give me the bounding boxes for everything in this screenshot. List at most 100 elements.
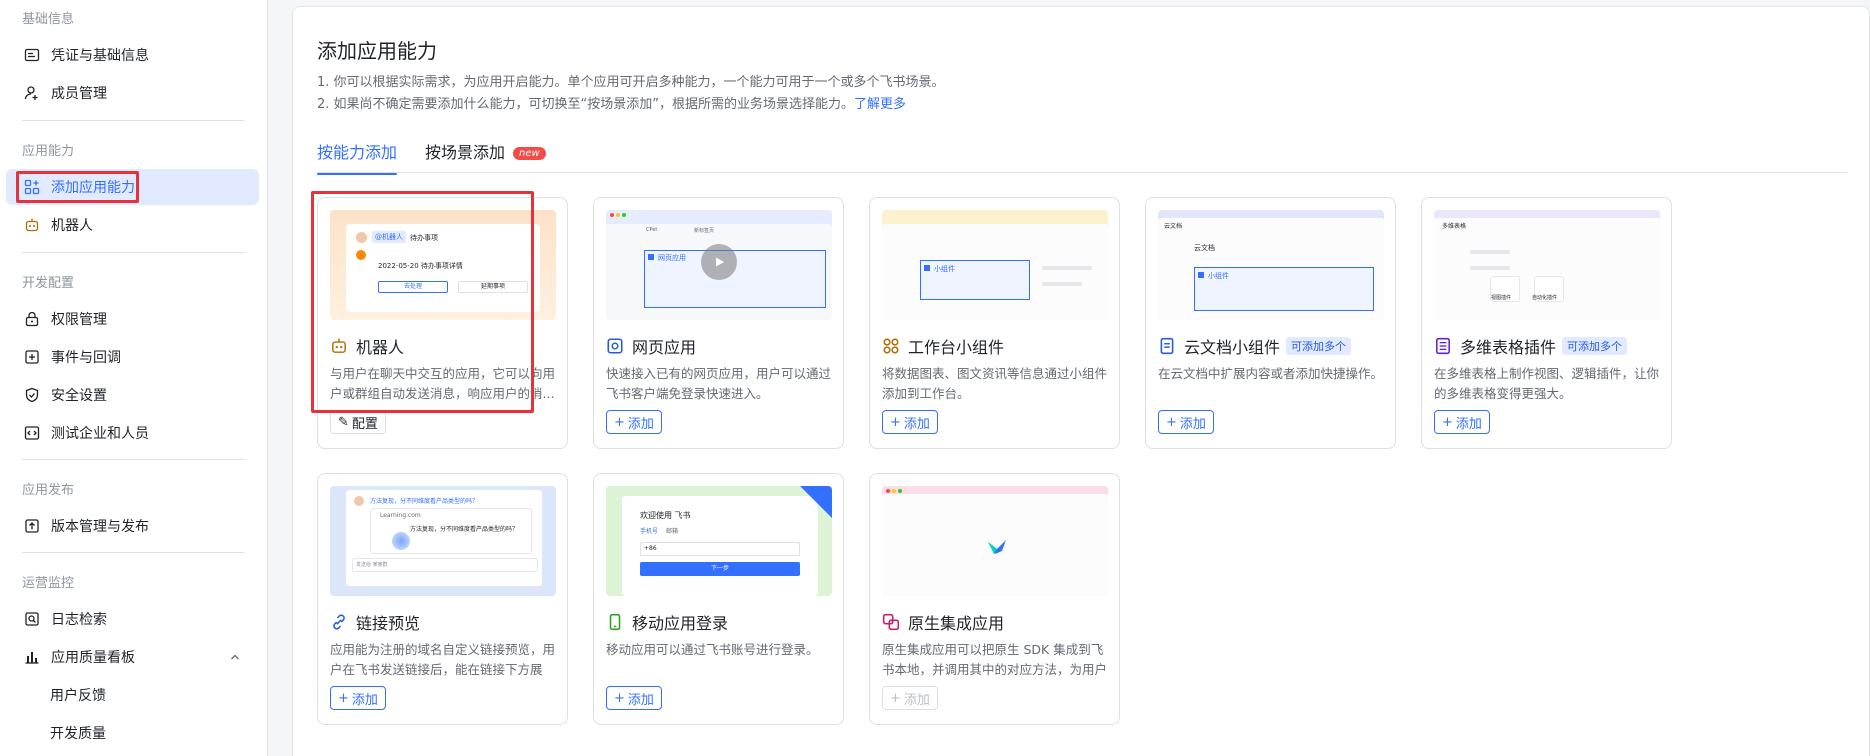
button-label: 添加 <box>351 692 378 708</box>
description-line-1: 1. 你可以根据实际需求，为应用开启能力。单个应用可开启多种能力，一个能力可用于… <box>317 75 945 90</box>
preview-text: 网页应用 <box>658 254 686 262</box>
capability-card-mobile-login[interactable]: 欢迎使用 飞书 手机号 邮箱 +86 下一步 移动应用登录 移动应用可以通过飞书… <box>593 473 844 725</box>
sidebar-item-dev-quality[interactable]: 开发质量 <box>6 715 259 751</box>
square-icon <box>648 254 654 260</box>
sidebar-item-label: 应用质量看板 <box>51 650 135 666</box>
button-label: 添加 <box>627 692 654 708</box>
tab-by-scenario[interactable]: 按场景添加 new <box>425 139 546 175</box>
preview-header: 云文档 <box>1164 223 1183 230</box>
button-label: 添加 <box>903 692 930 708</box>
highlight-box <box>311 191 534 413</box>
sidebar-item-credentials[interactable]: 凭证与基础信息 <box>6 37 259 73</box>
card-preview: 多维表格 视图插件 自动化插件 <box>1434 210 1660 320</box>
card-title: 链接预览 <box>330 610 420 634</box>
preview-input <box>640 542 800 556</box>
section-title: 运营监控 <box>22 576 75 591</box>
add-button[interactable]: + 添加 <box>330 686 386 710</box>
preview-button: 下一步 <box>640 562 800 576</box>
card-title: 移动应用登录 <box>606 610 728 634</box>
capability-card-bitable-plugin[interactable]: 多维表格 视图插件 自动化插件 多维表格插件 可添加多个 在多维表格上制作视图、… <box>1421 197 1672 449</box>
sidebar-item-label: 事件与回调 <box>51 350 121 366</box>
preview-text: 小组件 <box>934 265 955 273</box>
preview-window <box>1434 218 1660 320</box>
button-label: 添加 <box>627 416 654 432</box>
preview-tab: 邮箱 <box>666 528 679 535</box>
card-description: 在多维表格上制作视图、逻辑插件，让你的多维表格变得更强大。 <box>1434 366 1660 401</box>
add-button[interactable]: + 添加 <box>606 410 662 434</box>
plus-icon: + <box>1442 414 1453 430</box>
sidebar-item-events[interactable]: 事件与回调 <box>6 339 259 375</box>
page-title: 添加应用能力 <box>317 39 437 63</box>
card-title-text: 云文档小组件 <box>1184 338 1281 357</box>
configure-button[interactable]: ✎ 配置 <box>330 410 386 434</box>
capability-card-workplace-widget[interactable]: 小组件 工作台小组件 将数据图表、图文资讯等信息通过小组件添加到工作台。 + 添加 <box>869 197 1120 449</box>
card-title: 多维表格插件 可添加多个 <box>1434 334 1628 358</box>
user-add-icon <box>23 84 41 102</box>
sidebar-item-label: 测试企业和人员 <box>51 426 149 442</box>
tab-bar: 按能力添加 按场景添加 new <box>317 139 546 175</box>
divider <box>22 252 244 253</box>
description-line-2: 2. 如果尚不确定需要添加什么能力，可切换至“按场景添加”，根据所需的业务场景选… <box>317 93 906 112</box>
sidebar-item-label: 安全设置 <box>51 388 107 404</box>
add-button[interactable]: + 添加 <box>1434 410 1490 434</box>
sidebar-item-label: 凭证与基础信息 <box>51 48 149 64</box>
new-badge: new <box>513 147 546 160</box>
sidebar: 基础信息 凭证与基础信息 成员管理 应用能力 添加应用能力 机器人 开发配置 权… <box>0 0 268 756</box>
sidebar-item-versions[interactable]: 版本管理与发布 <box>6 508 259 544</box>
section-title: 应用能力 <box>22 144 75 159</box>
card-title-text: 移动应用登录 <box>632 614 729 633</box>
button-label: 添加 <box>1179 416 1206 432</box>
preview-text: 小组件 <box>1208 272 1229 280</box>
add-button[interactable]: + 添加 <box>882 686 938 710</box>
preview-text: Learning.com <box>380 512 421 519</box>
plus-icon: + <box>614 690 625 706</box>
sidebar-item-label: 日志检索 <box>51 612 107 628</box>
tab-by-capability[interactable]: 按能力添加 <box>317 139 398 175</box>
capability-card-doc-widget[interactable]: 云文档 云文档 小组件 云文档小组件 可添加多个 在云文档中扩展内容或者添加快捷… <box>1145 197 1396 449</box>
feishu-logo-icon <box>986 538 1008 560</box>
capability-card-link-preview[interactable]: 方法复现，分不同维度看产品类型的吗？ Learning.com 方法复现，分不同… <box>317 473 568 725</box>
sidebar-item-permissions[interactable]: 权限管理 <box>6 301 259 337</box>
sidebar-item-label: 版本管理与发布 <box>51 519 149 535</box>
sidebar-item-quality-dashboard[interactable]: 应用质量看板 <box>6 639 259 675</box>
sidebar-item-test-tenant[interactable]: 测试企业和人员 <box>6 415 259 451</box>
card-title: 云文档小组件 可添加多个 <box>1158 334 1352 358</box>
placeholder-line <box>1470 250 1510 254</box>
add-button[interactable]: + 添加 <box>1158 410 1214 434</box>
card-description: 应用能为注册的域名自定义链接预览，用户在飞书发送链接后，能在链接下方展示... <box>330 642 556 677</box>
sidebar-item-label: 用户反馈 <box>50 688 106 704</box>
plus-icon: + <box>614 414 625 430</box>
widget-icon <box>882 337 900 355</box>
sidebar-item-bot[interactable]: 机器人 <box>6 207 259 243</box>
shield-icon <box>23 386 41 404</box>
preview-text: 方法复现，分不同维度看产品类型的吗？ <box>370 498 479 505</box>
description-text: 2. 如果尚不确定需要添加什么能力，可切换至“按场景添加”，根据所需的业务场景选… <box>317 97 855 112</box>
capability-card-web-app[interactable]: CPet 新标签页 网页应用 网页应用 快速接入已有的网页应用，用户可以通过飞书… <box>593 197 844 449</box>
qr-corner-icon[interactable] <box>800 486 832 518</box>
sidebar-item-user-feedback[interactable]: 用户反馈 <box>6 677 259 713</box>
capability-card-native-app[interactable]: 原生集成应用 原生集成应用可以把原生 SDK 集成到飞书本地，并调用其中的对应方… <box>869 473 1120 725</box>
add-button[interactable]: + 添加 <box>606 686 662 710</box>
multi-badge: 可添加多个 <box>1286 337 1352 355</box>
native-icon <box>882 613 900 631</box>
learn-more-link[interactable]: 了解更多 <box>854 97 906 112</box>
card-preview: 小组件 <box>882 210 1108 320</box>
sidebar-item-label: 权限管理 <box>51 312 107 328</box>
play-icon[interactable] <box>701 244 737 280</box>
card-preview: 方法复现，分不同维度看产品类型的吗？ Learning.com 方法复现，分不同… <box>330 486 556 596</box>
window-dots <box>886 489 902 493</box>
link-icon <box>330 613 348 631</box>
card-title-text: 网页应用 <box>632 338 697 357</box>
card-description: 在云文档中扩展内容或者添加快捷操作。 <box>1158 366 1384 381</box>
sidebar-item-members[interactable]: 成员管理 <box>6 75 259 111</box>
card-title-text: 多维表格插件 <box>1460 338 1557 357</box>
upload-icon <box>23 517 41 535</box>
bitable-icon <box>1434 337 1452 355</box>
add-button[interactable]: + 添加 <box>882 410 938 434</box>
chevron-up-icon[interactable] <box>229 651 241 667</box>
divider <box>22 552 244 553</box>
main-panel: 添加应用能力 1. 你可以根据实际需求，为应用开启能力。单个应用可开启多种能力，… <box>292 6 1870 756</box>
card-preview: 云文档 云文档 小组件 <box>1158 210 1384 320</box>
sidebar-item-logs[interactable]: 日志检索 <box>6 601 259 637</box>
sidebar-item-security[interactable]: 安全设置 <box>6 377 259 413</box>
